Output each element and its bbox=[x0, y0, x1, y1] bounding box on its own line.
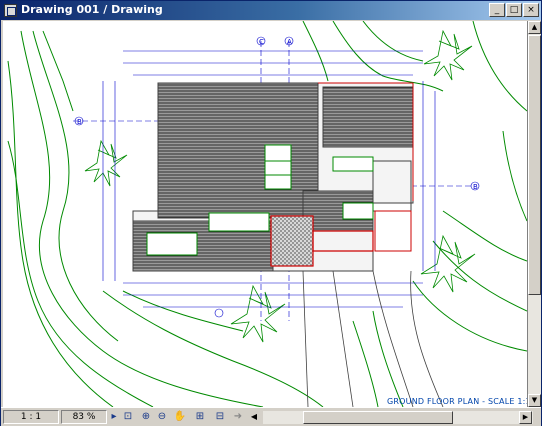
redraw-icon[interactable]: ➜ bbox=[231, 410, 245, 424]
window-app-icon[interactable] bbox=[4, 4, 17, 17]
minimize-button[interactable]: _ bbox=[489, 3, 505, 17]
zoom-window-icon[interactable]: ⊞ bbox=[193, 410, 207, 424]
section-marker-a: A bbox=[287, 38, 292, 46]
scroll-down-button[interactable]: ▼ bbox=[528, 394, 541, 407]
building-footprint bbox=[132, 82, 414, 272]
floor-plan-drawing: C A B B bbox=[7, 21, 527, 407]
status-bar: 1 : 1 83 % ▸ ⊡ ⊕ ⊖ ✋ ⊞ ⊟ ➜ ◀ ▶ bbox=[1, 407, 541, 426]
section-marker-b-right: B bbox=[473, 183, 478, 191]
play-icon[interactable]: ▸ bbox=[107, 410, 121, 424]
scroll-up-button[interactable]: ▲ bbox=[528, 21, 541, 34]
zoom-out-icon[interactable]: ⊖ bbox=[155, 410, 169, 424]
maximize-button[interactable]: □ bbox=[506, 3, 522, 17]
vertical-scrollbar[interactable]: ▲ ▼ bbox=[528, 21, 541, 407]
scroll-right-button[interactable]: ▶ bbox=[519, 411, 532, 424]
title-bar[interactable]: Drawing 001 / Drawing _ □ × bbox=[1, 1, 541, 20]
scroll-left-icon[interactable]: ◀ bbox=[247, 410, 261, 424]
drawing-canvas[interactable]: C A B B GROUND FLOOR PLAN - SCALE 1:100 bbox=[3, 21, 528, 407]
section-marker-c: C bbox=[259, 38, 264, 46]
drawing-window: Drawing 001 / Drawing _ □ × C A B B GROU… bbox=[0, 0, 542, 426]
scale-field[interactable]: 1 : 1 bbox=[3, 410, 59, 424]
zoom-in-icon[interactable]: ⊕ bbox=[139, 410, 153, 424]
pan-hand-icon[interactable]: ✋ bbox=[173, 410, 187, 424]
horizontal-scrollbar[interactable]: ▶ bbox=[263, 411, 533, 424]
zoom-previous-icon[interactable]: ⊟ bbox=[213, 410, 227, 424]
horizontal-scroll-thumb[interactable] bbox=[303, 411, 453, 424]
window-title: Drawing 001 / Drawing bbox=[21, 3, 163, 16]
vertical-scroll-thumb[interactable] bbox=[528, 35, 541, 295]
section-marker-b-left: B bbox=[77, 118, 82, 126]
zoom-field[interactable]: 83 % bbox=[61, 410, 107, 424]
close-button[interactable]: × bbox=[523, 3, 539, 17]
zoom-fit-icon[interactable]: ⊡ bbox=[121, 410, 135, 424]
plan-caption: GROUND FLOOR PLAN - SCALE 1:100 bbox=[387, 397, 528, 406]
